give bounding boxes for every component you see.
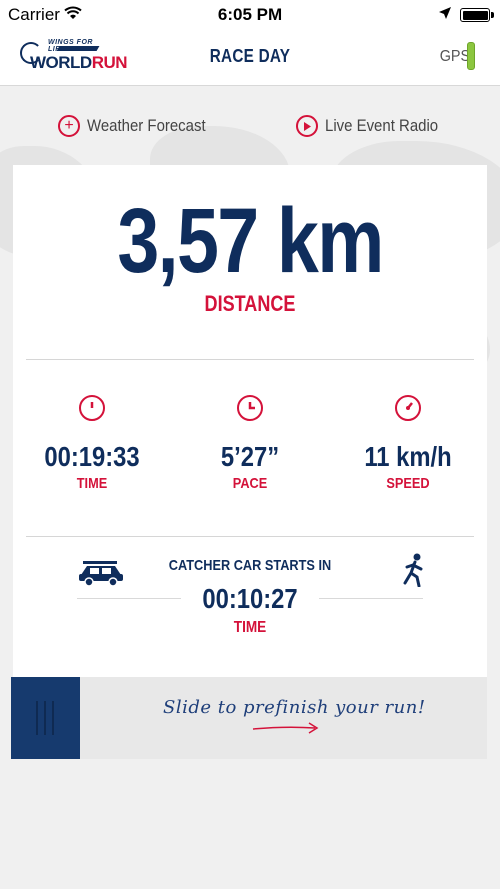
grip-line bbox=[52, 701, 54, 735]
status-bar: Carrier 6:05 PM bbox=[0, 0, 500, 30]
speedometer-icon bbox=[395, 395, 421, 421]
weather-forecast-label: Weather Forecast bbox=[87, 116, 206, 135]
stat-pace: 5’27” PACE bbox=[171, 395, 329, 492]
grip-line bbox=[44, 701, 46, 735]
grip-line bbox=[36, 701, 38, 735]
location-arrow-icon bbox=[439, 7, 451, 19]
divider bbox=[26, 359, 474, 360]
time-label: TIME bbox=[76, 475, 108, 492]
stats-card: 3,57 km DISTANCE 00:19:33 TIME 5’27” PAC… bbox=[13, 165, 487, 677]
pace-label: PACE bbox=[232, 475, 268, 492]
divider bbox=[26, 536, 474, 537]
live-event-radio-label: Live Event Radio bbox=[325, 116, 439, 135]
nav-bar: WINGS FOR LIFE WORLDRUN RACE DAY GPS bbox=[0, 30, 500, 86]
catcher-car-countdown: 00:10:27 bbox=[202, 583, 298, 614]
stopwatch-icon bbox=[79, 395, 105, 421]
page-title: RACE DAY bbox=[209, 46, 291, 66]
slider-handle[interactable] bbox=[11, 677, 80, 759]
distance-value: 3,57 km bbox=[117, 190, 384, 292]
live-event-radio-button[interactable]: Live Event Radio bbox=[296, 110, 454, 142]
stat-speed: 11 km/h SPEED bbox=[329, 395, 487, 492]
pace-clock-icon bbox=[237, 395, 263, 421]
pace-value: 5’27” bbox=[220, 441, 280, 472]
distance-label: DISTANCE bbox=[204, 291, 296, 316]
battery-icon bbox=[460, 8, 490, 22]
speed-label: SPEED bbox=[386, 475, 430, 492]
gps-signal-indicator bbox=[467, 42, 475, 70]
slider-hint-text: Slide to prefinish your run! bbox=[163, 697, 426, 718]
time-value: 00:19:33 bbox=[44, 441, 140, 472]
battery-tip bbox=[491, 12, 494, 18]
plus-circle-icon: + bbox=[58, 115, 80, 137]
catcher-car-title: CATCHER CAR STARTS IN bbox=[168, 557, 332, 574]
stat-time: 00:19:33 TIME bbox=[13, 395, 171, 492]
gps-label: GPS bbox=[439, 48, 471, 65]
status-time: 6:05 PM bbox=[217, 5, 283, 24]
play-circle-icon bbox=[296, 115, 318, 137]
arrow-right-icon bbox=[252, 722, 319, 734]
prefinish-slider[interactable]: Slide to prefinish your run! bbox=[11, 677, 487, 759]
speed-value: 11 km/h bbox=[364, 441, 452, 472]
weather-forecast-button[interactable]: + Weather Forecast bbox=[58, 110, 222, 142]
catcher-car-time-label: TIME bbox=[233, 619, 267, 636]
